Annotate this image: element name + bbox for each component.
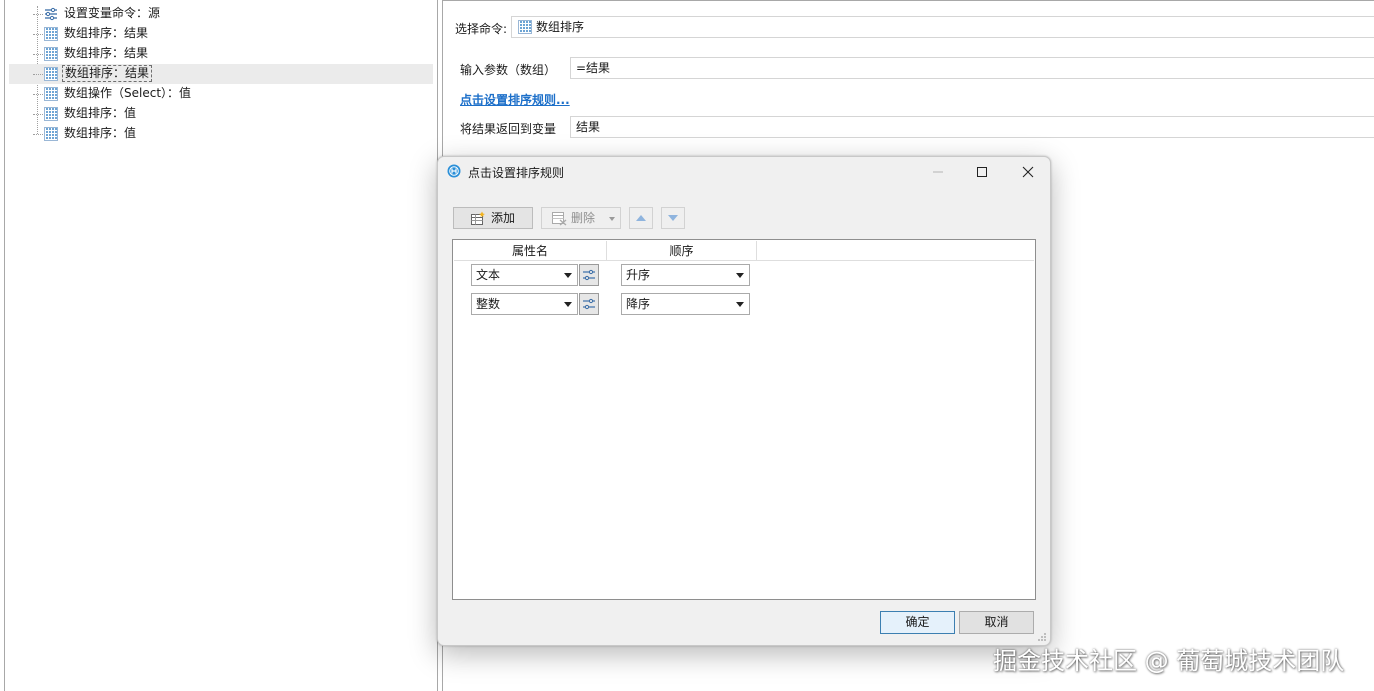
input-param-value: =结果 xyxy=(576,61,611,75)
input-param-label: 输入参数（数组） xyxy=(460,63,557,77)
add-label: 添加 xyxy=(491,211,516,225)
dialog-titlebar[interactable]: 点击设置排序规则 xyxy=(438,157,1050,187)
close-icon[interactable] xyxy=(1017,162,1039,182)
tree-item-array-sort-selected[interactable]: 数组排序：结果 xyxy=(5,64,433,84)
array-icon xyxy=(44,67,58,81)
variable-settings-icon xyxy=(45,7,57,21)
tree-item-label: 数组排序：值 xyxy=(64,106,137,120)
array-icon xyxy=(518,20,532,34)
ok-button[interactable]: 确定 xyxy=(880,611,955,634)
order-select[interactable]: 升序 xyxy=(621,264,750,286)
move-up-button[interactable] xyxy=(629,207,653,229)
array-icon xyxy=(44,87,58,101)
tree-item-set-variable[interactable]: 设置变量命令：源 xyxy=(5,4,433,24)
command-select[interactable]: 数组排序 xyxy=(511,16,1374,38)
command-label: 选择命令: xyxy=(455,22,508,36)
tree-item-array-sort[interactable]: 数组排序：值 xyxy=(5,104,433,124)
add-row-icon xyxy=(471,211,485,225)
sort-rule-dialog: 点击设置排序规则 添加 删除 属性名 顺序 文本 升序 整数 降序 确定 取消 xyxy=(437,156,1051,646)
tree-item-array-sort[interactable]: 数组排序：结果 xyxy=(5,24,433,44)
property-select-value: 整数 xyxy=(476,297,501,311)
array-icon xyxy=(44,27,58,41)
tree-item-label: 设置变量命令：源 xyxy=(64,6,161,20)
column-header-property: 属性名 xyxy=(454,241,607,261)
return-variable-field[interactable]: 结果 xyxy=(570,116,1374,138)
property-select[interactable]: 文本 xyxy=(471,264,578,286)
chevron-down-icon[interactable] xyxy=(564,273,572,278)
command-tree-panel: 设置变量命令：源 数组排序：结果 数组排序：结果 数组排序：结果 数组操作（Se… xyxy=(4,0,438,691)
settings-sliders-icon xyxy=(583,298,595,310)
delete-label: 删除 xyxy=(571,211,596,225)
array-icon xyxy=(44,47,58,61)
property-select[interactable]: 整数 xyxy=(471,293,578,315)
order-select-value: 降序 xyxy=(626,297,651,311)
delete-button[interactable]: 删除 xyxy=(541,207,621,229)
move-down-button[interactable] xyxy=(661,207,685,229)
chevron-down-icon[interactable] xyxy=(736,273,744,278)
chevron-down-icon[interactable] xyxy=(609,217,615,221)
return-variable-value: 结果 xyxy=(576,120,601,134)
add-button[interactable]: 添加 xyxy=(453,207,533,229)
order-select[interactable]: 降序 xyxy=(621,293,750,315)
sort-rule-grid: 属性名 顺序 文本 升序 整数 降序 xyxy=(452,239,1036,600)
tree-item-label: 数组排序：结果 xyxy=(62,65,153,82)
settings-sliders-icon xyxy=(583,269,595,281)
column-header-order: 顺序 xyxy=(607,241,757,261)
maximize-icon[interactable] xyxy=(971,162,993,182)
grid-header: 属性名 顺序 xyxy=(454,241,1034,261)
tree-item-array-sort[interactable]: 数组排序：结果 xyxy=(5,44,433,64)
tree-item-label: 数组操作（Select）：值 xyxy=(64,86,192,100)
array-icon xyxy=(44,107,58,121)
input-param-field[interactable]: =结果 xyxy=(570,57,1374,79)
property-settings-button[interactable] xyxy=(579,293,599,315)
array-icon xyxy=(44,127,58,141)
tree-item-label: 数组排序：结果 xyxy=(64,46,149,60)
property-settings-button[interactable] xyxy=(579,264,599,286)
tree-item-array-sort[interactable]: 数组排序：值 xyxy=(5,124,433,144)
return-variable-label: 将结果返回到变量 xyxy=(460,122,557,136)
tree-item-label: 数组排序：值 xyxy=(64,126,137,140)
delete-row-icon xyxy=(552,212,567,226)
tree-item-label: 数组排序：结果 xyxy=(64,26,149,40)
dialog-title: 点击设置排序规则 xyxy=(468,166,565,180)
cancel-button[interactable]: 取消 xyxy=(959,611,1034,634)
minimize-icon[interactable] xyxy=(927,162,949,182)
command-value: 数组排序 xyxy=(536,20,585,34)
order-select-value: 升序 xyxy=(626,268,651,282)
arrow-up-icon xyxy=(636,215,646,221)
property-select-value: 文本 xyxy=(476,268,501,282)
tree-item-array-select[interactable]: 数组操作（Select）：值 xyxy=(5,84,433,104)
arrow-down-icon xyxy=(668,215,678,221)
sort-rule-link[interactable]: 点击设置排序规则... xyxy=(460,91,570,108)
chevron-down-icon[interactable] xyxy=(564,302,572,307)
chevron-down-icon[interactable] xyxy=(736,302,744,307)
watermark: 掘金技术社区 @ 葡萄城技术团队 xyxy=(993,647,1345,675)
app-logo-icon xyxy=(447,164,461,178)
